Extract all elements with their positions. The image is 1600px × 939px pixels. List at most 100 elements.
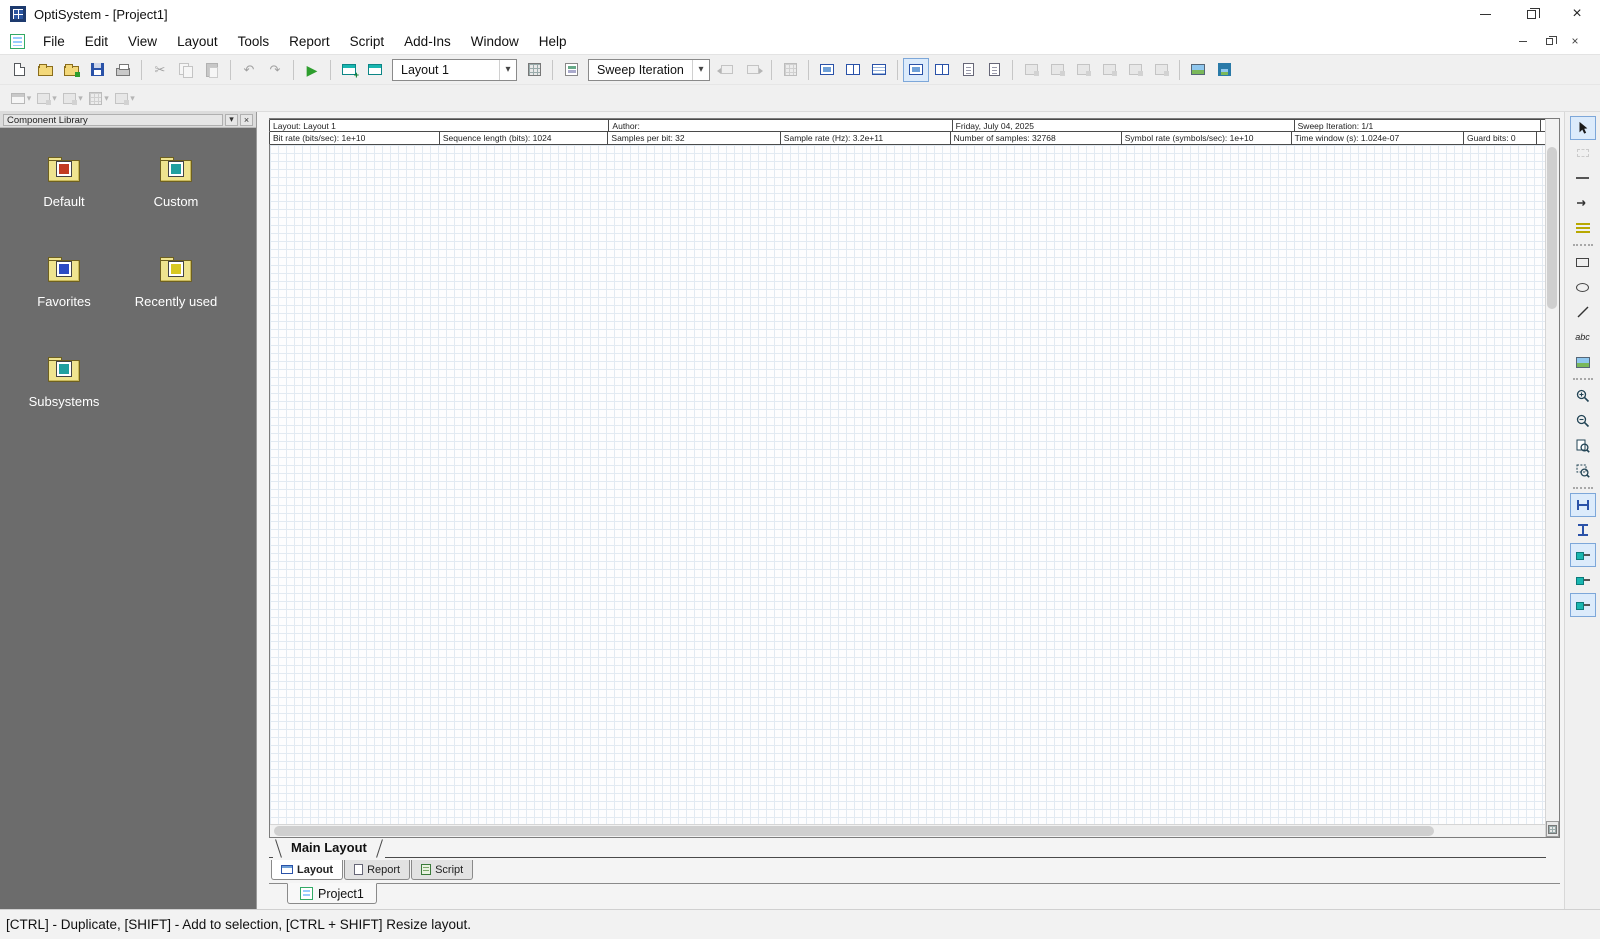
layout-parameters-button[interactable] [521,58,547,82]
save-layout-image-button[interactable] [1211,58,1237,82]
vertical-scrollbar[interactable] [1546,119,1559,821]
vertical-scrollbar-thumb[interactable] [1547,147,1557,308]
optisystem-logo-icon [10,6,26,22]
new-project-button[interactable] [6,58,32,82]
menu-file[interactable]: File [33,31,75,52]
menu-help[interactable]: Help [529,31,577,52]
report-page-button[interactable] [955,58,981,82]
calculate-button[interactable]: ▶ [299,58,325,82]
new-layout-icon [342,64,356,75]
menu-report[interactable]: Report [279,31,340,52]
line-icon [1577,306,1589,318]
zoom-in-icon [1576,389,1590,403]
horizontal-scrollbar-thumb[interactable] [274,826,1434,836]
tab-layout-label: Layout [297,864,333,876]
full-layout-view-button[interactable] [903,58,929,82]
layout-editor: Layout: Layout 1 Author: Friday, July 04… [257,112,1564,909]
line-tool-button[interactable] [1570,300,1596,324]
sweep-combobox[interactable]: Sweep Iteration ▾ [588,59,710,81]
child-close-button[interactable]: × [1564,32,1586,50]
header-layout-name: Layout: Layout 1 [269,120,609,131]
zoom-out-button[interactable] [1570,409,1596,433]
export-layout-image-button[interactable] [1185,58,1211,82]
text-tool-button[interactable]: abc [1570,325,1596,349]
palette-icon [115,93,128,104]
library-item-recently-used[interactable]: Recently used [120,246,232,346]
tab-layout[interactable]: Layout [271,860,343,880]
import-project-button[interactable] [58,58,84,82]
library-item-label: Custom [154,194,199,209]
document-tabs: Layout Report Script [269,860,1560,880]
layout-combobox[interactable]: Layout 1 ▾ [392,59,517,81]
zoom-out-icon [1576,414,1590,428]
overview-grid-icon [1548,825,1557,834]
menu-window[interactable]: Window [461,31,529,52]
create-subsystem-button [1096,58,1122,82]
align-middle-button[interactable] [1570,568,1596,592]
library-item-default[interactable]: Default [8,146,120,246]
duplicate-layout-button[interactable] [362,58,388,82]
arrow-tool-button[interactable] [1570,191,1596,215]
previous-sweep-icon [721,65,733,74]
open-project-button[interactable] [32,58,58,82]
zoom-selection-button[interactable] [1570,459,1596,483]
window-title: OptiSystem - [Project1] [34,7,168,22]
print-button[interactable] [110,58,136,82]
menu-tools[interactable]: Tools [228,31,280,52]
tab-project1[interactable]: Project1 [287,883,377,904]
zoom-in-button[interactable] [1570,384,1596,408]
library-item-custom[interactable]: Custom [120,146,232,246]
fit-height-button[interactable] [1570,518,1596,542]
pane-close-button[interactable]: × [240,114,253,126]
minimize-button[interactable] [1462,0,1508,28]
rectangle-tool-button[interactable] [1570,250,1596,274]
child-minimize-button[interactable] [1512,32,1534,50]
align-top-button[interactable] [1570,543,1596,567]
menu-edit[interactable]: Edit [75,31,118,52]
horizontal-scrollbar[interactable] [270,824,1545,837]
ellipse-tool-button[interactable] [1570,275,1596,299]
tab-script[interactable]: Script [411,860,473,880]
open-folder-icon [38,66,53,76]
new-layout-button[interactable] [336,58,362,82]
image-tool-button[interactable] [1570,350,1596,374]
fit-width-button[interactable] [1570,493,1596,517]
child-minimize-icon [1519,41,1527,42]
menu-script[interactable]: Script [340,31,395,52]
main-layout-tab[interactable]: Main Layout [273,838,385,858]
image-icon [1576,357,1590,368]
child-restore-button[interactable] [1538,32,1560,50]
menu-layout[interactable]: Layout [167,31,228,52]
save-project-button[interactable] [84,58,110,82]
align-bottom-button[interactable] [1570,593,1596,617]
add-to-favorites-button [1044,58,1070,82]
project-tab-icon [300,887,313,900]
zoom-page-button[interactable] [1570,434,1596,458]
sweep-mode-button[interactable] [558,58,584,82]
project-tab-label: Project1 [318,887,364,901]
select-tool-button[interactable] [1570,116,1596,140]
split-view-button[interactable] [929,58,955,82]
description-page-button[interactable] [981,58,1007,82]
report-tab-icon [354,864,363,875]
library-item-label: Favorites [37,294,90,309]
pane-menu-button[interactable]: ▾ [225,114,238,126]
pane-menu-icon: ▾ [229,114,234,125]
main-layout-tab-label: Main Layout [291,840,367,855]
show-layout-view-button[interactable] [814,58,840,82]
show-parameters-view-button[interactable] [866,58,892,82]
auto-connect-tool-button[interactable] [1570,216,1596,240]
show-project-browser-button[interactable] [840,58,866,82]
fit-width-icon [1577,500,1589,510]
horizontal-link-tool-button[interactable] [1570,166,1596,190]
tab-report[interactable]: Report [344,860,410,880]
menu-view[interactable]: View [118,31,167,52]
close-button[interactable]: × [1554,0,1600,28]
menu-addins[interactable]: Add-Ins [394,31,461,52]
layout-canvas[interactable] [270,145,1545,824]
restore-button[interactable] [1508,0,1554,28]
library-item-favorites[interactable]: Favorites [8,246,120,346]
sweep-table-button [777,58,803,82]
layout-overview-button[interactable] [1546,821,1559,837]
library-item-subsystems[interactable]: Subsystems [8,346,120,446]
